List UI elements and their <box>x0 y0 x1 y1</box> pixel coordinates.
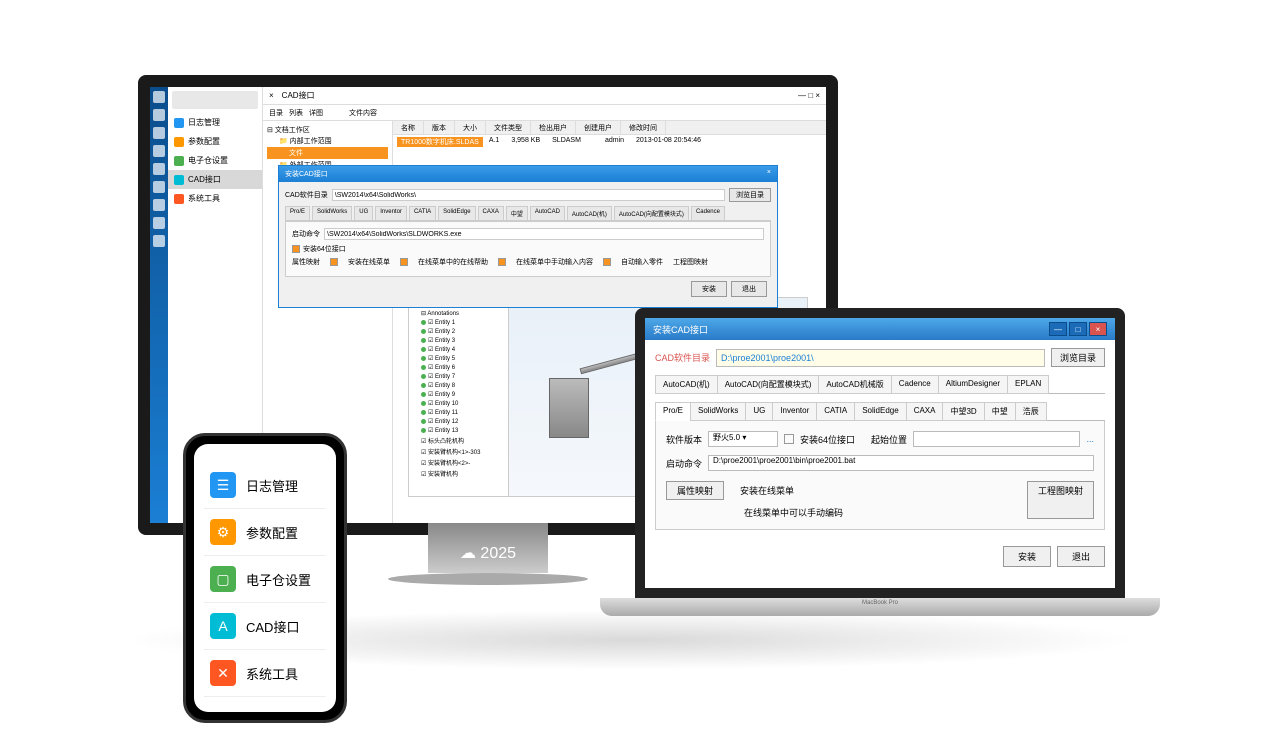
search-input[interactable] <box>172 91 258 109</box>
cad-tab[interactable]: Cadence <box>891 375 939 394</box>
sidebar-item[interactable]: 电子仓设置 <box>168 151 262 170</box>
eng-map-button[interactable]: 工程图映射 <box>1027 481 1094 519</box>
start-cmd-input[interactable] <box>324 228 764 240</box>
sidebar-item[interactable]: 系统工具 <box>168 189 262 208</box>
monitor-logo: ☁ 2025 <box>460 543 516 563</box>
phone-menu-item[interactable]: ☰日志管理 <box>204 462 326 509</box>
cad-tab[interactable]: AutoCAD(机) <box>655 375 718 394</box>
cad-tab[interactable]: 中望 <box>506 206 528 220</box>
cad-tab[interactable]: CAXA <box>478 206 504 220</box>
cad-tab[interactable]: UG <box>745 402 773 421</box>
cad-tab[interactable]: AutoCAD机械版 <box>818 375 891 394</box>
cad-tab[interactable]: UG <box>354 206 373 220</box>
cad-tab[interactable]: SolidWorks <box>312 206 352 220</box>
maximize-icon[interactable]: □ <box>1069 322 1087 336</box>
install-button[interactable]: 安装 <box>691 281 727 297</box>
attr-map-button[interactable]: 属性映射 <box>292 257 320 267</box>
cad-path-input[interactable]: D:\proe2001\proe2001\ <box>716 349 1045 367</box>
menu-icon: A <box>210 613 236 639</box>
eng-map-button[interactable]: 工程图映射 <box>673 257 708 267</box>
cad-tab[interactable]: 中望3D <box>942 402 984 421</box>
cad-tab[interactable]: CATIA <box>816 402 855 421</box>
install-cad-dialog: 安装CAD接口 × CAD软件目录 浏览目录 Pro/ESolidWorksUG… <box>278 165 778 308</box>
cad-path-input[interactable] <box>332 189 725 201</box>
cad-tab[interactable]: Pro/E <box>655 402 691 421</box>
browse-button[interactable]: 浏览目录 <box>1051 348 1105 367</box>
start-cmd-input[interactable]: D:\proe2001\proe2001\bin\proe2001.bat <box>708 455 1094 471</box>
menu-icon: ☰ <box>210 472 236 498</box>
cad-tab[interactable]: Pro/E <box>285 206 310 220</box>
cad-tab[interactable]: 浩辰 <box>1015 402 1047 421</box>
cad-tab[interactable]: CAXA <box>906 402 944 421</box>
sidebar-item[interactable]: CAD接口 <box>168 170 262 189</box>
exit-button[interactable]: 退出 <box>731 281 767 297</box>
content-tab-bar: ×CAD接口 — □ × <box>263 87 826 105</box>
cad-tab[interactable]: AutoCAD(向配置模块式) <box>614 206 689 220</box>
laptop-dialog-title: 安装CAD接口 <box>653 323 708 336</box>
cad-tab[interactable]: SolidEdge <box>854 402 906 421</box>
start-pos-input[interactable] <box>913 431 1080 447</box>
phone-menu-item[interactable]: ACAD接口 <box>204 603 326 650</box>
version-select[interactable]: 野火5.0 ▾ <box>708 431 778 447</box>
attr-map-button[interactable]: 属性映射 <box>666 481 724 500</box>
64bit-checkbox[interactable] <box>784 434 794 444</box>
phone-menu-item[interactable]: ⚙参数配置 <box>204 509 326 556</box>
cad-tab[interactable]: 中望 <box>984 402 1016 421</box>
cad-tab[interactable]: Cadence <box>691 206 725 220</box>
menu-icon: ▢ <box>210 566 236 592</box>
close-icon[interactable]: × <box>767 169 771 179</box>
exit-button[interactable]: 退出 <box>1057 546 1105 567</box>
cad-tab[interactable]: AutoCAD(向配置模块式) <box>717 375 820 394</box>
app-icon-rail <box>150 87 168 523</box>
phone-menu-item[interactable]: ▢电子仓设置 <box>204 556 326 603</box>
close-icon[interactable]: × <box>1089 322 1107 336</box>
menu-icon: ⚙ <box>210 519 236 545</box>
cad-tab[interactable]: EPLAN <box>1007 375 1049 394</box>
table-row[interactable]: TR1000数字机床.SLDAS A.1 3,958 KB SLDASM adm… <box>393 135 826 149</box>
cad-tab[interactable]: SolidEdge <box>438 206 475 220</box>
cad-tab[interactable]: AutoCAD(机) <box>567 206 612 220</box>
minimize-icon[interactable]: — <box>1049 322 1067 336</box>
cad-tab[interactable]: AutoCAD <box>530 206 565 220</box>
cad-tab[interactable]: CATIA <box>409 206 436 220</box>
cad-tab[interactable]: SolidWorks <box>690 402 746 421</box>
tab-cad[interactable]: CAD接口 <box>282 90 315 101</box>
phone-menu-item[interactable]: ✕系统工具 <box>204 650 326 697</box>
menu-icon: ✕ <box>210 660 236 686</box>
install-button[interactable]: 安装 <box>1003 546 1051 567</box>
sidebar-item[interactable]: 参数配置 <box>168 132 262 151</box>
cad-tab[interactable]: Inventor <box>772 402 817 421</box>
cad-tab[interactable]: AltiumDesigner <box>938 375 1008 394</box>
sidebar-item[interactable]: 日志管理 <box>168 113 262 132</box>
cad-tab[interactable]: Inventor <box>375 206 407 220</box>
dialog-title: 安装CAD接口 <box>285 169 328 179</box>
laptop-mockup: 安装CAD接口 — □ × CAD软件目录 D:\proe2001\proe20… <box>600 308 1160 628</box>
browse-button[interactable]: 浏览目录 <box>729 188 771 202</box>
toolbar: 目录 列表 详图 文件内容 <box>263 105 826 121</box>
phone-mockup: ☰日志管理⚙参数配置▢电子仓设置ACAD接口✕系统工具 <box>183 433 347 723</box>
